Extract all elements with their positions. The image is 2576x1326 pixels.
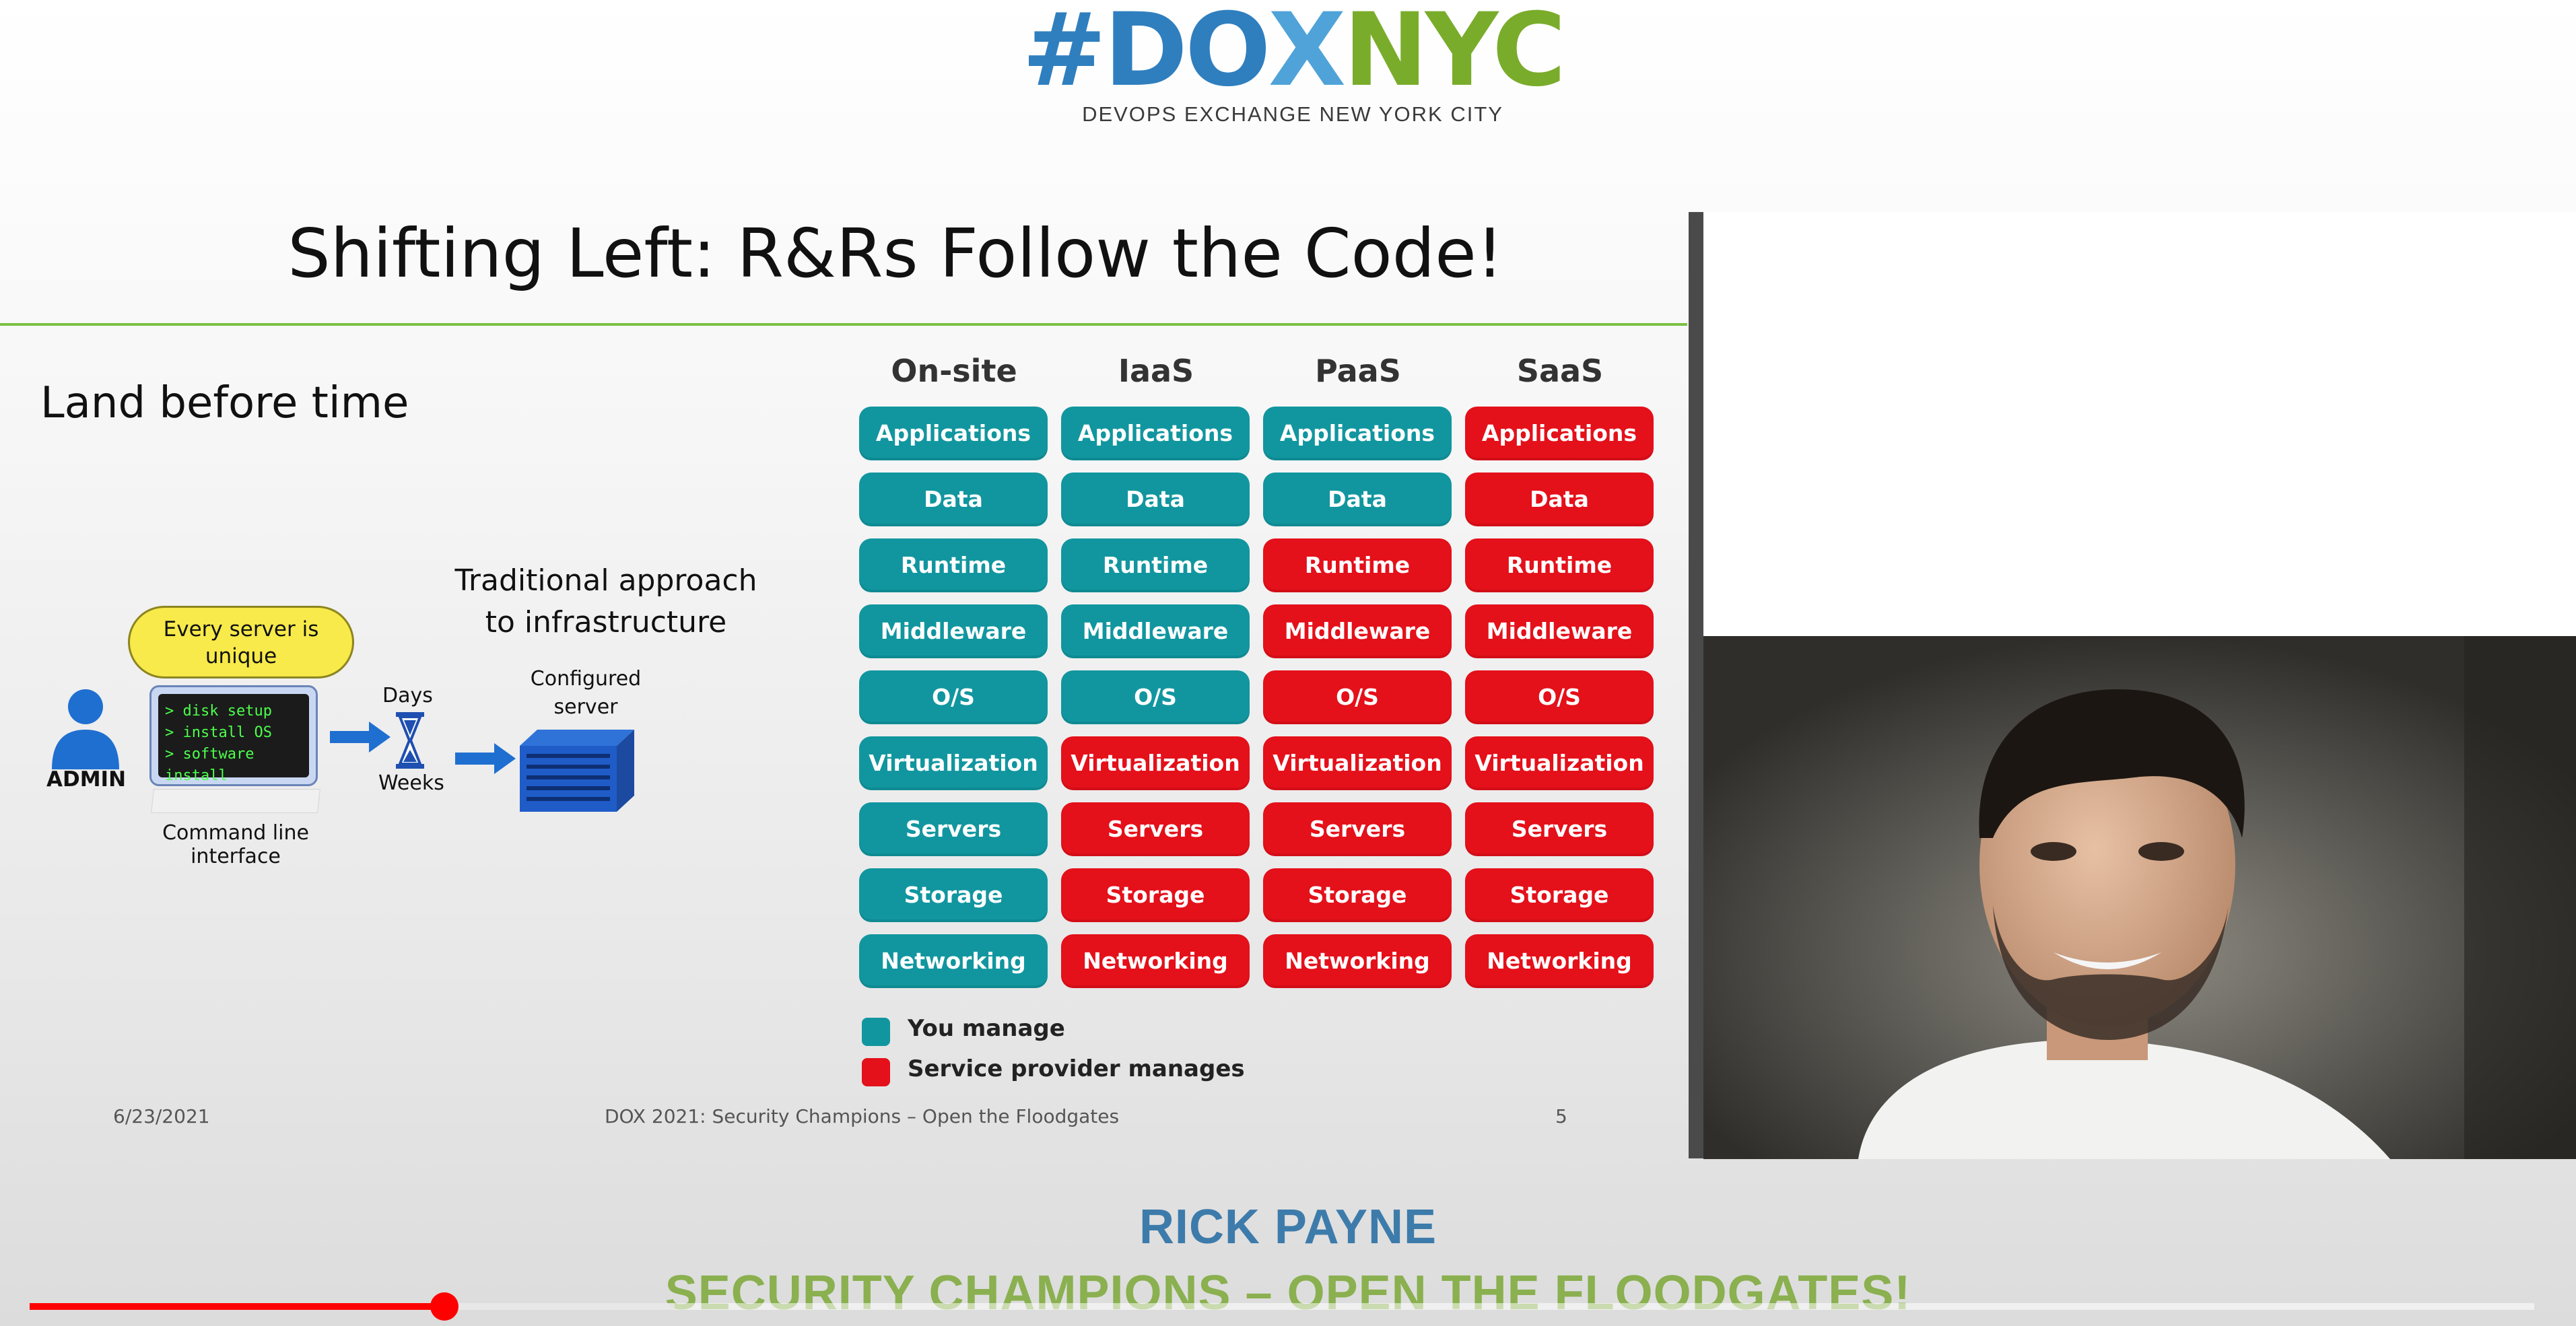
speaker-video-frame <box>1703 636 2576 1159</box>
grid-cell: Data <box>1061 473 1250 526</box>
legend-label-you: You manage <box>908 1015 1065 1042</box>
slide-footer: 6/23/2021 DOX 2021: Security Champions –… <box>0 1105 1687 1139</box>
grid-cell: Servers <box>1465 802 1654 856</box>
configured-line-1: Configured <box>530 667 642 691</box>
traditional-approach-heading: Traditional approach to infrastructure <box>417 560 794 643</box>
slide-title: Shifting Left: R&Rs Follow the Code! <box>287 214 1503 293</box>
grid-cell: Data <box>859 473 1048 526</box>
grid-cell: Runtime <box>1465 538 1654 592</box>
footer-page-number: 5 <box>1555 1105 1567 1127</box>
talk-title: SECURITY CHAMPIONS – OPEN THE FLOODGATES… <box>665 1266 1911 1320</box>
grid-cell: Runtime <box>1061 538 1250 592</box>
cli-label: Command line interface <box>162 821 309 868</box>
logo-nyc: NYC <box>1343 0 1566 109</box>
column-header: PaaS <box>1315 353 1401 389</box>
grid-cell: Virtualization <box>1061 736 1250 790</box>
grid-cell: Networking <box>859 934 1048 988</box>
slide-divider <box>1689 212 1703 1158</box>
grid-cell: Storage <box>1465 868 1654 922</box>
buffered-progress <box>444 1303 675 1310</box>
grid-cell: Middleware <box>859 604 1048 658</box>
traditional-line-1: Traditional approach <box>454 563 757 598</box>
grid-cell: Virtualization <box>1263 736 1452 790</box>
legend-label-provider: Service provider manages <box>908 1055 1245 1082</box>
blank-panel <box>1703 212 2576 636</box>
logo-subtitle: DEVOPS EXCHANGE NEW YORK CITY <box>1082 102 1503 126</box>
configured-server-label: Configured server <box>512 665 660 722</box>
arrow-right-icon <box>455 743 516 774</box>
speaker-name: RICK PAYNE <box>1139 1200 1437 1254</box>
grid-cell: Virtualization <box>859 736 1048 790</box>
grid-cell: Servers <box>1263 802 1452 856</box>
terminal-line: > disk setup <box>165 703 272 720</box>
days-label: Days <box>382 684 433 707</box>
speaker-webcam <box>1703 636 2576 1159</box>
traditional-line-2: to infrastructure <box>485 605 727 639</box>
grid-cell: Applications <box>1061 407 1250 460</box>
bubble-line-1: Every server is <box>163 617 319 641</box>
admin-person-icon <box>52 689 119 769</box>
grid-cell: Applications <box>859 407 1048 460</box>
grid-cell: Applications <box>1263 407 1452 460</box>
grid-cell: Servers <box>1061 802 1250 856</box>
grid-cell: Storage <box>1061 868 1250 922</box>
grid-cell: Data <box>1465 473 1654 526</box>
configured-line-2: server <box>553 695 618 719</box>
hourglass-icon <box>396 712 424 769</box>
keyboard-base <box>151 789 320 813</box>
column-header: SaaS <box>1516 353 1604 389</box>
logo-wordmark: #DOXNYC <box>996 0 1589 101</box>
arrow-right-icon <box>330 722 391 753</box>
grid-cell: O/S <box>1061 670 1250 724</box>
played-progress <box>30 1303 444 1310</box>
grid-cell: Middleware <box>1263 604 1452 658</box>
terminal-line: > software install <box>165 746 255 784</box>
grid-cell: Middleware <box>1465 604 1654 658</box>
conference-logo: #DOXNYC DEVOPS EXCHANGE NEW YORK CITY <box>0 0 2576 135</box>
server-icon <box>520 730 634 812</box>
grid-cell: O/S <box>1263 670 1452 724</box>
terminal-window: > disk setup > install OS > software ins… <box>149 685 318 786</box>
grid-cell: Middleware <box>1061 604 1250 658</box>
grid-cell: Networking <box>1465 934 1654 988</box>
terminal-line: > install OS <box>165 724 272 741</box>
grid-cell: Runtime <box>1263 538 1452 592</box>
grid-cell: Networking <box>1061 934 1250 988</box>
footer-date: 6/23/2021 <box>113 1105 210 1127</box>
column-header: On-site <box>891 353 1017 389</box>
legend-swatch-you <box>862 1018 890 1046</box>
grid-cell: Storage <box>1263 868 1452 922</box>
column-header: IaaS <box>1118 353 1194 389</box>
video-progress-bar[interactable] <box>30 1292 2534 1321</box>
legend-swatch-provider <box>862 1058 890 1086</box>
scrubber-handle[interactable] <box>430 1292 459 1321</box>
bubble-line-2: unique <box>205 644 277 668</box>
presentation-slide: Shifting Left: R&Rs Follow the Code! Lan… <box>0 210 1687 1159</box>
grid-cell: Data <box>1263 473 1452 526</box>
grid-cell: O/S <box>859 670 1048 724</box>
slide-subtitle: Land before time <box>40 378 409 428</box>
speech-bubble: Every server is unique <box>128 606 354 678</box>
logo-x: X <box>1268 0 1347 109</box>
grid-cell: Virtualization <box>1465 736 1654 790</box>
logo-do: DO <box>1104 0 1271 109</box>
title-rule <box>0 323 1687 326</box>
logo-hash: # <box>1021 0 1107 109</box>
weeks-label: Weeks <box>378 771 444 795</box>
grid-cell: Applications <box>1465 407 1654 460</box>
terminal-screen: > disk setup > install OS > software ins… <box>158 694 309 784</box>
grid-cell: Servers <box>859 802 1048 856</box>
grid-cell: Storage <box>859 868 1048 922</box>
admin-label: ADMIN <box>46 767 127 792</box>
grid-cell: Networking <box>1263 934 1452 988</box>
grid-cell: O/S <box>1465 670 1654 724</box>
footer-event: DOX 2021: Security Champions – Open the … <box>605 1105 1120 1127</box>
grid-cell: Runtime <box>859 538 1048 592</box>
